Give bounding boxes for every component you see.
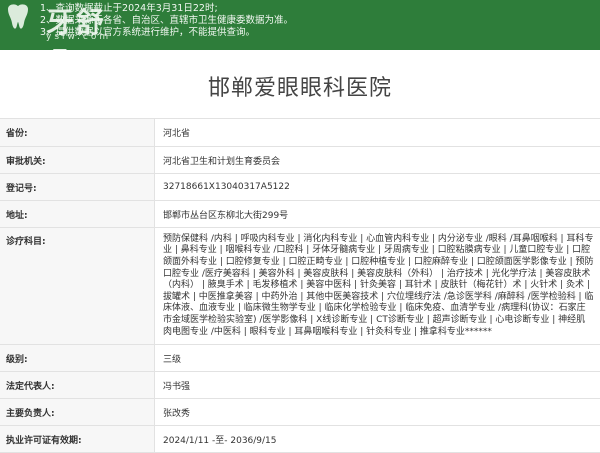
hospital-name: 邯郸爱眼眼科医院 xyxy=(0,70,600,102)
notice-line: 1、查询数据截止于2024年3月31日22时; xyxy=(40,3,600,15)
subjects-value: 预防保健科 /内科 | 呼吸内科专业 | 消化内科专业 | 心血管内科专业 | … xyxy=(155,228,600,345)
level-label: 级别: xyxy=(0,345,155,372)
top-banner: 牙舒鼎 yslw.com 1、查询数据截止于2024年3月31日22时; 2、数… xyxy=(0,0,600,50)
reg-value: 32718661X13040317A5122 xyxy=(155,174,600,201)
table-row: 登记号: 32718661X13040317A5122 xyxy=(0,174,600,201)
legal-value: 冯书强 xyxy=(155,372,600,399)
notice-line: 3、提供数据以官方系统进行维护，不能提供查询。 xyxy=(40,27,600,39)
table-row: 法定代表人: 冯书强 xyxy=(0,372,600,399)
table-row: 执业许可证有效期: 2024/1/11 -至- 2036/9/15 xyxy=(0,426,600,453)
tooth-icon xyxy=(4,3,32,33)
table-row: 省份: 河北省 xyxy=(0,119,600,147)
reg-label: 登记号: xyxy=(0,174,155,201)
notice-line: 2、数据来源于各省、自治区、直辖市卫生健康委数据为准。 xyxy=(40,15,600,27)
license-value: 2024/1/11 -至- 2036/9/15 xyxy=(155,426,600,453)
head-value: 张改秀 xyxy=(155,399,600,426)
subjects-label: 诊疗科目: xyxy=(0,228,155,345)
table-row: 地址: 邯郸市丛台区东柳北大街299号 xyxy=(0,201,600,228)
address-value: 邯郸市丛台区东柳北大街299号 xyxy=(155,201,600,228)
notice-list: 1、查询数据截止于2024年3月31日22时; 2、数据来源于各省、自治区、直辖… xyxy=(40,3,600,39)
head-label: 主要负责人: xyxy=(0,399,155,426)
table-row: 审批机关: 河北省卫生和计划生育委员会 xyxy=(0,147,600,174)
province-label: 省份: xyxy=(0,119,155,147)
legal-label: 法定代表人: xyxy=(0,372,155,399)
address-label: 地址: xyxy=(0,201,155,228)
hospital-info-table: 省份: 河北省 审批机关: 河北省卫生和计划生育委员会 登记号: 3271866… xyxy=(0,118,600,453)
table-row: 级别: 三级 xyxy=(0,345,600,372)
authority-value: 河北省卫生和计划生育委员会 xyxy=(155,147,600,174)
province-value: 河北省 xyxy=(155,119,600,147)
authority-label: 审批机关: xyxy=(0,147,155,174)
license-label: 执业许可证有效期: xyxy=(0,426,155,453)
level-value: 三级 xyxy=(155,345,600,372)
table-row: 主要负责人: 张改秀 xyxy=(0,399,600,426)
table-row: 诊疗科目: 预防保健科 /内科 | 呼吸内科专业 | 消化内科专业 | 心血管内… xyxy=(0,228,600,345)
